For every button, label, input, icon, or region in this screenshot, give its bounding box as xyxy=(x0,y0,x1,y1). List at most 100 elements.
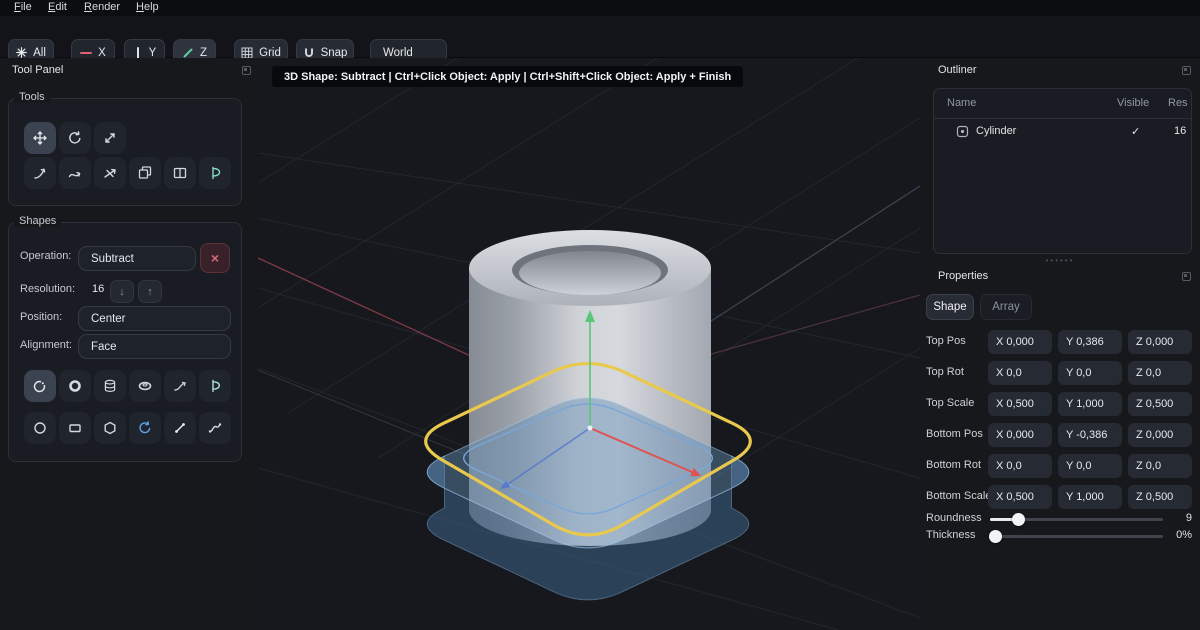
bottom-scale-label: Bottom Scale xyxy=(926,490,991,502)
bottom-pos-y-field[interactable]: Y -0,386 xyxy=(1058,423,1122,447)
torus-side-icon xyxy=(137,378,153,394)
axis-x-label: X xyxy=(98,47,106,59)
bottom-rot-y-field[interactable]: Y 0,0 xyxy=(1058,454,1122,478)
viewport-3d[interactable]: 3D Shape: Subtract | Ctrl+Click Object: … xyxy=(258,58,920,630)
thickness-slider[interactable] xyxy=(990,535,1163,538)
move-icon xyxy=(32,130,48,146)
thickness-slider-handle[interactable] xyxy=(989,530,1002,543)
screw-icon xyxy=(207,165,223,181)
bottom-rot-z-field[interactable]: Z 0,0 xyxy=(1128,454,1192,478)
axis-all-label: All xyxy=(33,47,46,59)
scene-3d xyxy=(258,58,920,630)
pin-icon[interactable] xyxy=(1182,272,1191,281)
outliner-table: Name Visible Res Cylinder ✓ 16 xyxy=(933,88,1192,254)
grid-toggle-label: Grid xyxy=(259,47,281,59)
top-rot-z-field[interactable]: Z 0,0 xyxy=(1128,361,1192,385)
bottom-scale-y-field[interactable]: Y 1,000 xyxy=(1058,485,1122,509)
bottom-scale-x-field[interactable]: X 0,500 xyxy=(988,485,1052,509)
operation-value: Subtract xyxy=(91,253,134,265)
pin-icon[interactable] xyxy=(242,66,251,75)
alignment-dropdown[interactable]: Face xyxy=(78,334,231,359)
panel-resize-handle[interactable]: •••••• xyxy=(920,256,1200,265)
top-pos-z-field[interactable]: Z 0,000 xyxy=(1128,330,1192,354)
line-shape-button[interactable] xyxy=(164,412,196,444)
shapes-group-label: Shapes xyxy=(14,215,61,227)
right-panel: Outliner Name Visible Res Cylinder ✓ 16 … xyxy=(920,58,1200,630)
column-visible[interactable]: Visible xyxy=(1117,97,1149,109)
column-name[interactable]: Name xyxy=(947,97,976,109)
move-tool-button[interactable] xyxy=(24,122,56,154)
axis-z-label: Z xyxy=(200,47,207,59)
rotate-icon xyxy=(67,130,83,146)
twist-tool-button[interactable] xyxy=(94,157,126,189)
rectangle-icon xyxy=(67,420,83,436)
star-all-icon xyxy=(16,47,27,58)
top-rot-label: Top Rot xyxy=(926,366,964,378)
curve-arrow-icon xyxy=(67,165,83,181)
scale-icon xyxy=(102,130,118,146)
operation-dropdown[interactable]: Subtract xyxy=(78,246,196,271)
line-segment-icon xyxy=(172,420,188,436)
twist-icon xyxy=(102,165,118,181)
top-scale-z-field[interactable]: Z 0,500 xyxy=(1128,392,1192,416)
revolve-shape-button[interactable] xyxy=(199,370,231,402)
screw-tool-button[interactable] xyxy=(199,157,231,189)
visible-check[interactable]: ✓ xyxy=(1131,125,1140,138)
resolution-value[interactable]: 16 xyxy=(92,283,104,295)
bottom-scale-z-field[interactable]: Z 0,500 xyxy=(1128,485,1192,509)
tool-panel-title: Tool Panel xyxy=(12,64,63,76)
top-scale-label: Top Scale xyxy=(926,397,974,409)
column-res[interactable]: Res xyxy=(1168,97,1188,109)
application-window: File Edit Render Help All X Y xyxy=(0,0,1200,630)
sphere-shape-button[interactable] xyxy=(24,370,56,402)
menu-edit[interactable]: Edit xyxy=(48,1,67,13)
alignment-value: Face xyxy=(91,341,117,353)
bottom-rot-x-field[interactable]: X 0,0 xyxy=(988,454,1052,478)
roundness-slider-handle[interactable] xyxy=(1012,513,1025,526)
ramp-curve-icon xyxy=(172,378,188,394)
rotate-tool-button[interactable] xyxy=(59,122,91,154)
position-label: Position: xyxy=(20,311,62,323)
position-dropdown[interactable]: Center xyxy=(78,306,231,331)
resolution-increase-button[interactable]: ↑ xyxy=(138,280,162,303)
curve-tool-button[interactable] xyxy=(59,157,91,189)
top-pos-x-field[interactable]: X 0,000 xyxy=(988,330,1052,354)
rectangle-shape-button[interactable] xyxy=(59,412,91,444)
array-tool-button[interactable] xyxy=(129,157,161,189)
circle-shape-button[interactable] xyxy=(24,412,56,444)
table-row-cylinder[interactable]: Cylinder ✓ 16 xyxy=(934,119,1191,145)
top-scale-y-field[interactable]: Y 1,000 xyxy=(1058,392,1122,416)
top-scale-x-field[interactable]: X 0,500 xyxy=(988,392,1052,416)
torus-side-shape-button[interactable] xyxy=(129,370,161,402)
bottom-pos-z-field[interactable]: Z 0,000 xyxy=(1128,423,1192,447)
roundness-slider[interactable] xyxy=(990,518,1163,521)
bottom-rot-label: Bottom Rot xyxy=(926,459,981,471)
tab-array[interactable]: Array xyxy=(980,294,1032,320)
polyline-shape-button[interactable] xyxy=(199,412,231,444)
mirror-tool-button[interactable] xyxy=(164,157,196,189)
scale-tool-button[interactable] xyxy=(94,122,126,154)
object-res[interactable]: 16 xyxy=(1174,125,1186,137)
close-icon: × xyxy=(211,250,219,266)
top-rot-y-field[interactable]: Y 0,0 xyxy=(1058,361,1122,385)
torus-top-shape-button[interactable] xyxy=(59,370,91,402)
top-pos-y-field[interactable]: Y 0,386 xyxy=(1058,330,1122,354)
bottom-pos-x-field[interactable]: X 0,000 xyxy=(988,423,1052,447)
resolution-label: Resolution: xyxy=(20,283,75,295)
tab-array-label: Array xyxy=(992,301,1019,313)
top-rot-x-field[interactable]: X 0,0 xyxy=(988,361,1052,385)
resolution-decrease-button[interactable]: ↓ xyxy=(110,280,134,303)
bend-tool-button[interactable] xyxy=(24,157,56,189)
ramp-shape-button[interactable] xyxy=(164,370,196,402)
menu-help[interactable]: Help xyxy=(136,1,159,13)
cancel-operation-button[interactable]: × xyxy=(200,243,230,273)
tab-shape[interactable]: Shape xyxy=(926,294,974,320)
menu-file[interactable]: File xyxy=(14,1,32,13)
thickness-label: Thickness xyxy=(926,529,976,541)
lathe-shape-button[interactable] xyxy=(129,412,161,444)
menu-render[interactable]: Render xyxy=(84,1,120,13)
object-name[interactable]: Cylinder xyxy=(976,125,1016,137)
cylinder-shape-button[interactable] xyxy=(94,370,126,402)
hexagon-shape-button[interactable] xyxy=(94,412,126,444)
pin-icon[interactable] xyxy=(1182,66,1191,75)
